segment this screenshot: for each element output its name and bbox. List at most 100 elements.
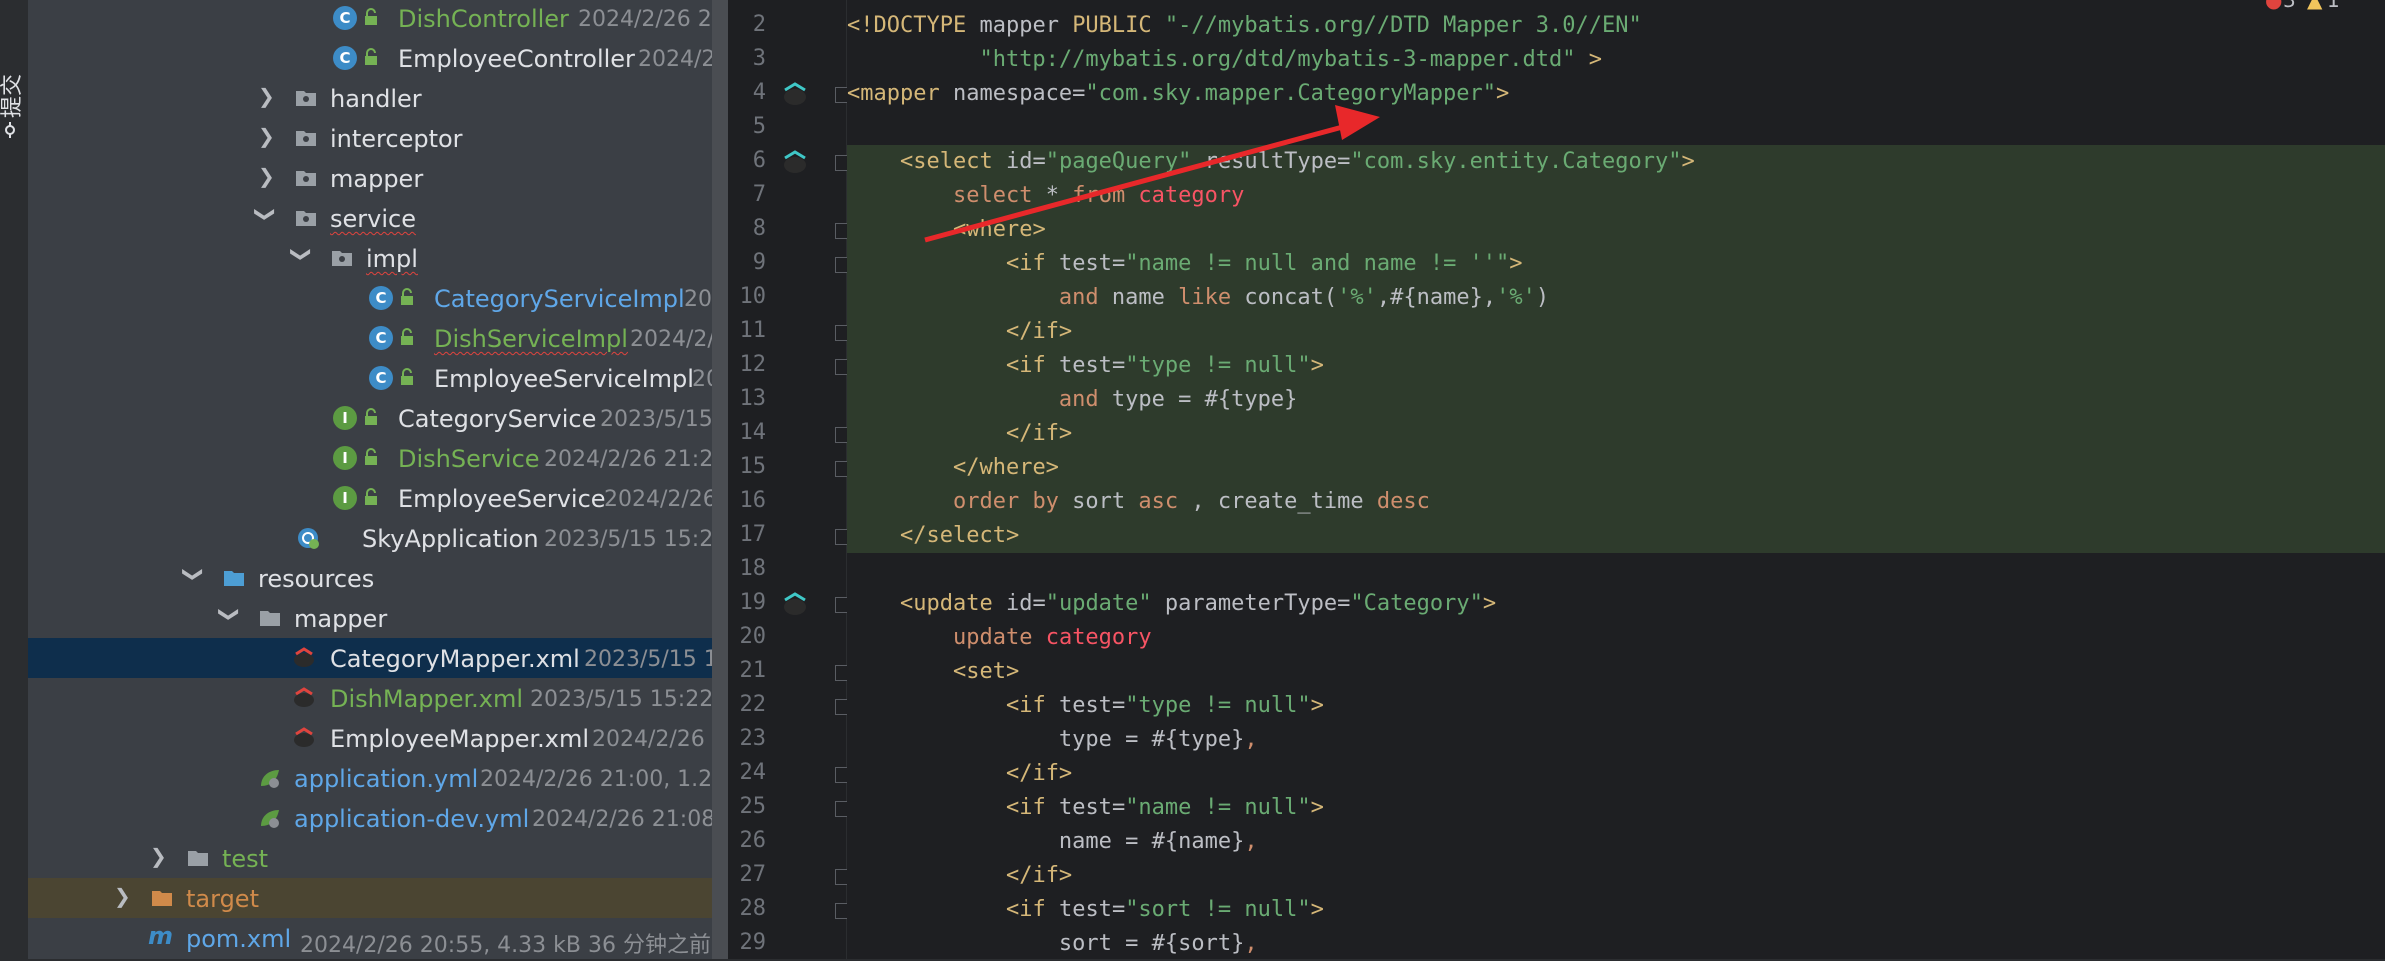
tree-item-meta: 2023/5/15 1 xyxy=(600,407,728,432)
code-token: namespace xyxy=(939,81,1073,106)
chevron-right-icon[interactable]: ❯ xyxy=(114,886,132,906)
tree-item-resources[interactable]: ❯ resources xyxy=(28,558,728,598)
code-line[interactable]: <where> xyxy=(847,213,2385,247)
code-line[interactable]: <select id="pageQuery" resultType="com.s… xyxy=(847,145,2385,179)
chevron-down-icon[interactable]: ❯ xyxy=(218,606,242,624)
code-line[interactable]: name = #{name}, xyxy=(847,825,2385,859)
code-line[interactable]: "http://mybatis.org/dtd/mybatis-3-mapper… xyxy=(847,43,2385,77)
code-line[interactable]: <set> xyxy=(847,655,2385,689)
code-line[interactable]: <update id="update" parameterType="Categ… xyxy=(847,587,2385,621)
tree-item-label: CategoryService xyxy=(398,405,597,433)
tree-item-employeemapper-xml[interactable]: EmployeeMapper.xml 2024/2/26 1 xyxy=(28,718,728,758)
tree-item-application-dev-yml[interactable]: application-dev.yml 2024/2/26 21:08, 3 xyxy=(28,798,728,838)
tree-item-pom-xml[interactable]: m pom.xml 2024/2/26 20:55, 4.33 kB 36 分钟… xyxy=(28,918,728,958)
tree-item-skyapplication[interactable]: SkyApplication 2023/5/15 15:24, xyxy=(28,518,728,558)
tree-item-employeecontroller[interactable]: C EmployeeController 2024/2/2 xyxy=(28,38,728,78)
tree-item-label: mapper xyxy=(294,605,388,633)
mybatis-navigate-icon[interactable] xyxy=(780,589,810,619)
code-token: type = #{type} xyxy=(1058,727,1245,752)
line-number: 19 xyxy=(739,590,767,615)
tree-item-dishmapper-xml[interactable]: DishMapper.xml 2023/5/15 15:22, 1 xyxy=(28,678,728,718)
code-line[interactable]: </where> xyxy=(847,451,2385,485)
chevron-down-icon[interactable]: ❯ xyxy=(182,566,206,584)
code-line[interactable]: sort = #{sort}, xyxy=(847,927,2385,961)
code-line[interactable]: update category xyxy=(847,621,2385,655)
line-number: 24 xyxy=(739,760,767,785)
chevron-right-icon[interactable]: ❯ xyxy=(258,166,276,186)
commit-tool-tab[interactable]: 提交 xyxy=(0,30,28,138)
code-token: , xyxy=(1244,829,1258,854)
line-number: 25 xyxy=(739,794,767,819)
mybatis-navigate-icon[interactable] xyxy=(780,147,810,177)
tree-item-employeeservice[interactable]: I EmployeeService 2024/2/26 1 xyxy=(28,478,728,518)
code-token: </if> xyxy=(1005,319,1073,344)
tree-item-interceptor[interactable]: ❯ interceptor xyxy=(28,118,728,158)
code-line[interactable]: <if test="name != null"> xyxy=(847,791,2385,825)
spring-yml-icon xyxy=(261,810,279,828)
chevron-down-icon[interactable]: ❯ xyxy=(290,246,314,264)
class-icon: C xyxy=(333,6,357,30)
tree-item-handler[interactable]: ❯ handler xyxy=(28,78,728,118)
tree-item-mapper-package[interactable]: ❯ mapper xyxy=(28,158,728,198)
chevron-right-icon[interactable]: ❯ xyxy=(258,126,276,146)
tree-item-label: handler xyxy=(330,85,422,113)
tree-item-dishserviceimpl[interactable]: C DishServiceImpl 2024/2/2 xyxy=(28,318,728,358)
line-number: 22 xyxy=(739,692,767,717)
left-tool-strip: 提交 xyxy=(0,0,29,959)
tree-item-categoryservice[interactable]: I CategoryService 2023/5/15 1 xyxy=(28,398,728,438)
tree-item-service[interactable]: ❯ service xyxy=(28,198,728,238)
code-line[interactable] xyxy=(847,553,2385,587)
code-token: "type != null" xyxy=(1125,693,1311,718)
code-token: "sort != null" xyxy=(1125,897,1311,922)
code-token: "pageQuery" xyxy=(1045,149,1192,174)
code-line[interactable]: <mapper namespace="com.sky.mapper.Catego… xyxy=(847,77,2385,111)
code-line[interactable]: and name like concat('%',#{name},'%') xyxy=(847,281,2385,315)
tree-item-dishservice[interactable]: I DishService 2024/2/26 21:28, xyxy=(28,438,728,478)
tree-item-label: test xyxy=(222,845,269,873)
code-line[interactable]: </select> xyxy=(847,519,2385,553)
code-line[interactable]: </if> xyxy=(847,859,2385,893)
tree-item-target[interactable]: ❯ target xyxy=(28,878,728,918)
code-line[interactable]: select * from category xyxy=(847,179,2385,213)
code-line[interactable]: <if test="sort != null"> xyxy=(847,893,2385,927)
tree-item-impl[interactable]: ❯ impl xyxy=(28,238,728,278)
tree-item-test[interactable]: ❯ test xyxy=(28,838,728,878)
code-line[interactable]: </if> xyxy=(847,417,2385,451)
chevron-down-icon[interactable]: ❯ xyxy=(254,206,278,224)
mybatis-navigate-icon[interactable] xyxy=(780,79,810,109)
code-line[interactable]: and type = #{type} xyxy=(847,383,2385,417)
tree-item-label: SkyApplication xyxy=(362,525,539,553)
code-line[interactable] xyxy=(847,111,2385,145)
code-line[interactable]: </if> xyxy=(847,315,2385,349)
code-line[interactable]: <if test="type != null"> xyxy=(847,689,2385,723)
code-line[interactable]: <if test="name != null and name != ''"> xyxy=(847,247,2385,281)
code-token: </if> xyxy=(1005,761,1073,786)
line-number: 9 xyxy=(752,250,766,275)
chevron-right-icon[interactable]: ❯ xyxy=(258,86,276,106)
code-editor[interactable]: 2 3 4 5 6 7 8 9 10 11 12 13 14 15 16 17 18 19 20 21 22 23 24 25… xyxy=(728,0,2385,959)
code-line[interactable]: <!DOCTYPE mapper PUBLIC "-//mybatis.org/… xyxy=(847,9,2385,43)
panel-splitter[interactable] xyxy=(712,0,728,959)
code-line[interactable]: type = #{type}, xyxy=(847,723,2385,757)
code-line[interactable]: </if> xyxy=(847,757,2385,791)
chevron-right-icon[interactable]: ❯ xyxy=(150,846,168,866)
editor-text-area[interactable]: <!DOCTYPE mapper PUBLIC "-//mybatis.org/… xyxy=(847,0,2385,959)
tree-item-categorymapper-xml[interactable]: CategoryMapper.xml 2023/5/15 15 xyxy=(28,638,728,678)
tree-item-mapper-folder[interactable]: ❯ mapper xyxy=(28,598,728,638)
lock-icon xyxy=(365,448,377,465)
code-line[interactable]: <if test="type != null"> xyxy=(847,349,2385,383)
tree-item-application-yml[interactable]: application.yml 2024/2/26 21:00, 1.27 k xyxy=(28,758,728,798)
tree-item-categoryserviceimpl[interactable]: C CategoryServiceImpl 2024 xyxy=(28,278,728,318)
code-line[interactable]: order by sort asc , create_time desc xyxy=(847,485,2385,519)
tree-item-employeeserviceimpl[interactable]: C EmployeeServiceImpl 202 xyxy=(28,358,728,398)
code-token: name xyxy=(1098,285,1179,310)
tree-item-dishcontroller[interactable]: C DishController 2024/2/26 21:3 xyxy=(28,0,728,38)
line-number: 11 xyxy=(739,318,767,343)
